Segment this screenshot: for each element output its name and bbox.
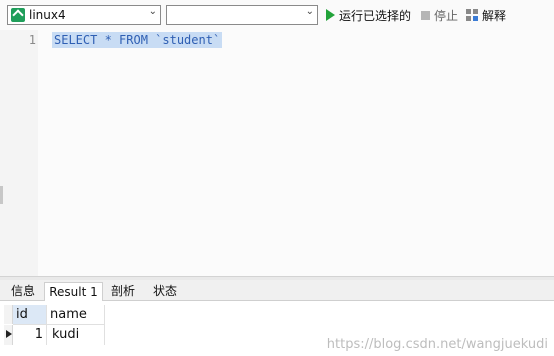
connection-name: linux4 [29,8,66,22]
sql-editor[interactable]: 1 SELECT * FROM `student` [0,30,554,276]
database-select[interactable]: ⌄ [166,5,318,25]
explain-icon [466,8,479,22]
column-header-name[interactable]: name [47,305,105,325]
stop-icon [421,10,430,20]
panel-grip[interactable] [0,186,3,204]
run-icon [326,9,335,21]
table-cell-name[interactable]: kudi [47,325,105,345]
run-selected-button[interactable]: 运行已选择的 [326,7,411,23]
query-toolbar: linux4 ⌄ ⌄ 运行已选择的 停止 解释 [0,0,554,30]
tab-info[interactable]: 信息 [4,282,42,301]
run-label: 运行已选择的 [339,8,412,23]
tab-status[interactable]: 状态 [145,282,185,301]
chevron-down-icon: ⌄ [148,6,157,17]
row-indicator[interactable] [4,325,13,345]
connection-icon [11,8,25,22]
line-gutter: 1 [0,30,38,276]
result-grid: id name 1 kudi https://blog.csdn.net/wan… [0,301,554,356]
stop-label: 停止 [434,8,459,23]
sql-code-line[interactable]: SELECT * FROM `student` [52,32,223,48]
tab-result-1[interactable]: Result 1 [44,282,103,301]
connection-select[interactable]: linux4 ⌄ [7,5,161,25]
chevron-down-icon: ⌄ [305,6,314,17]
stop-button[interactable]: 停止 [421,7,458,23]
explain-label: 解释 [482,8,507,23]
tab-profile[interactable]: 剖析 [103,282,143,301]
grid-corner [4,305,13,324]
watermark-text: https://blog.csdn.net/wangjuekudi [326,337,548,352]
result-tabs: 信息 Result 1 剖析 状态 [0,280,554,301]
line-number: 1 [28,33,36,47]
table-cell-id[interactable]: 1 [13,325,47,345]
column-header-id[interactable]: id [13,305,47,325]
explain-button[interactable]: 解释 [466,7,506,23]
